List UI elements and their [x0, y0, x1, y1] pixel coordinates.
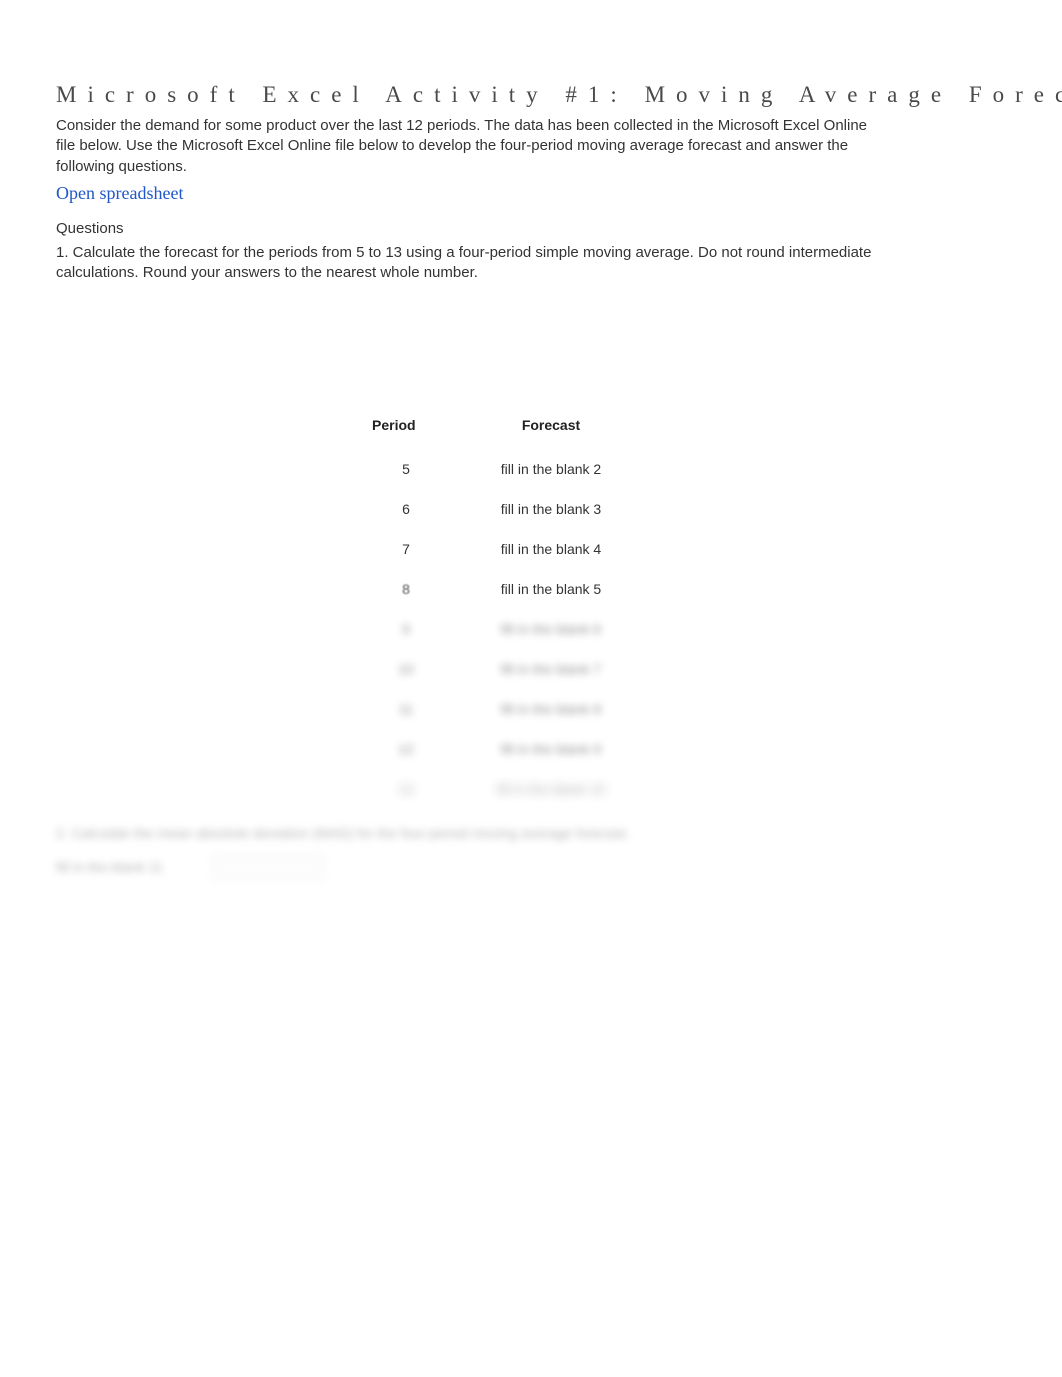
- table-row: 7 fill in the blank 4: [366, 525, 656, 565]
- forecast-cell[interactable]: fill in the blank 7: [446, 645, 656, 685]
- forecast-table-wrap: Period Forecast 5 fill in the blank 2 6 …: [366, 413, 656, 805]
- intro-text: Consider the demand for some product ove…: [56, 116, 876, 177]
- period-cell: 7: [366, 525, 446, 565]
- question-2-text: 2. Calculate the mean absolute deviation…: [56, 825, 1006, 841]
- questions-heading: Questions: [56, 220, 1006, 237]
- table-row: 11 fill in the blank 8: [366, 685, 656, 725]
- period-cell: 10: [366, 645, 446, 685]
- table-row: 10 fill in the blank 7: [366, 645, 656, 685]
- table-row: 5 fill in the blank 2: [366, 445, 656, 485]
- forecast-table-body: 5 fill in the blank 2 6 fill in the blan…: [366, 445, 656, 805]
- question-2-answer-label: fill in the blank 11: [56, 859, 163, 875]
- period-cell: 5: [366, 445, 446, 485]
- answer-input-blurred[interactable]: [213, 855, 323, 879]
- page-title: Microsoft Excel Activity #1: Moving Aver…: [56, 82, 1006, 108]
- table-row: 9 fill in the blank 6: [366, 605, 656, 645]
- forecast-cell[interactable]: fill in the blank 6: [446, 605, 656, 645]
- period-cell: 12: [366, 725, 446, 765]
- question-2-wrap: 2. Calculate the mean absolute deviation…: [56, 825, 1006, 879]
- forecast-cell[interactable]: fill in the blank 4: [446, 525, 656, 565]
- forecast-cell[interactable]: fill in the blank 2: [446, 445, 656, 485]
- period-cell: 8: [366, 565, 446, 605]
- column-header-forecast: Forecast: [446, 413, 656, 445]
- table-row: 13 fill in the blank 10: [366, 765, 656, 805]
- question-2-answer-row: fill in the blank 11: [56, 855, 1006, 879]
- period-cell: 6: [366, 485, 446, 525]
- open-spreadsheet-link[interactable]: Open spreadsheet: [56, 183, 183, 204]
- question-1-text: 1. Calculate the forecast for the period…: [56, 243, 876, 284]
- table-row: 6 fill in the blank 3: [366, 485, 656, 525]
- forecast-cell[interactable]: fill in the blank 3: [446, 485, 656, 525]
- forecast-cell[interactable]: fill in the blank 5: [446, 565, 656, 605]
- table-row: 12 fill in the blank 9: [366, 725, 656, 765]
- table-row: 8 fill in the blank 5: [366, 565, 656, 605]
- forecast-cell[interactable]: fill in the blank 8: [446, 685, 656, 725]
- forecast-cell[interactable]: fill in the blank 10: [446, 765, 656, 805]
- column-header-period: Period: [366, 413, 446, 445]
- period-cell: 13: [366, 765, 446, 805]
- forecast-table: Period Forecast 5 fill in the blank 2 6 …: [366, 413, 656, 805]
- period-cell: 11: [366, 685, 446, 725]
- period-cell: 9: [366, 605, 446, 645]
- forecast-cell[interactable]: fill in the blank 9: [446, 725, 656, 765]
